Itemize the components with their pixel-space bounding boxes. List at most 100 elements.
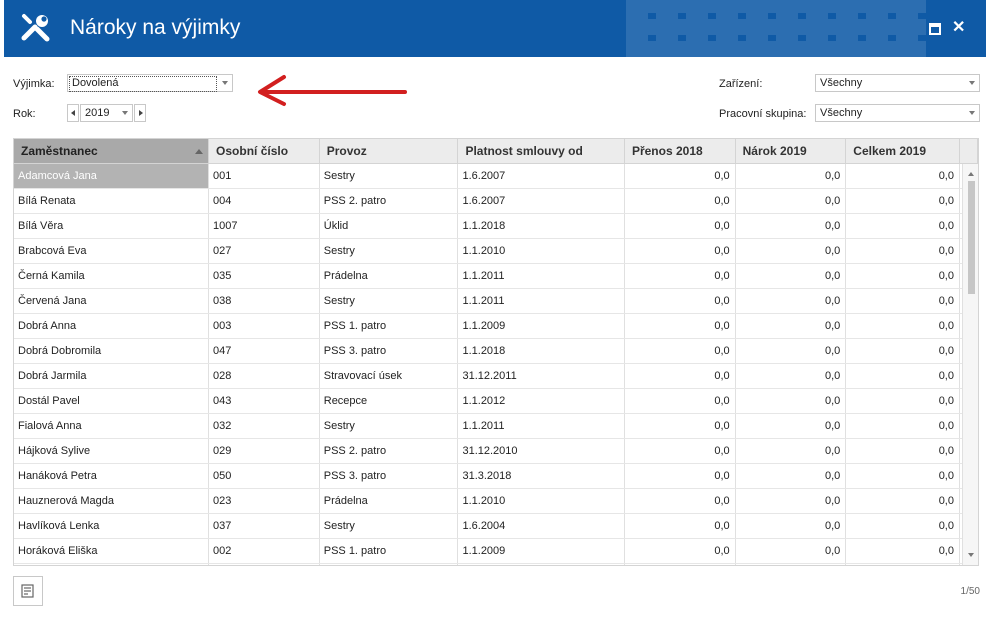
table-cell: Dostál Pavel: [14, 388, 210, 414]
table-cell: 31.3.2018: [457, 463, 625, 489]
table-cell: Horáková Eliška: [14, 538, 210, 564]
column-header-entitlement[interactable]: Nárok 2019: [735, 139, 847, 164]
table-row[interactable]: Černá Kamila 035 Prádelna 1.1.2011 0,0 0,0 0,0: [14, 263, 978, 289]
table-row[interactable]: Bílá Věra 1007 Úklid 1.1.2018 0,0 0,0 0,0: [14, 213, 978, 239]
pager-text: 1/50: [960, 586, 980, 597]
column-header-total[interactable]: Celkem 2019: [845, 139, 960, 164]
table-row[interactable]: Hauznerová Magda 023 Prádelna 1.1.2010 0,0 0,…: [14, 488, 978, 514]
table-cell: Hanáková Petra: [14, 463, 210, 489]
workgroup-select[interactable]: Všechny: [815, 104, 980, 122]
table-cell: 0,0: [845, 363, 960, 389]
document-list-icon: [21, 584, 34, 598]
table-cell: Dobrá Anna: [14, 313, 210, 339]
table-cell: 0,0: [735, 213, 847, 239]
table-cell: PSS 3. patro: [319, 338, 459, 364]
chevron-down-icon: [122, 111, 128, 115]
table-row[interactable]: Hanáková Petra 050 PSS 3. patro 31.3.2018 0,…: [14, 463, 978, 489]
year-value: 2019: [85, 107, 110, 119]
table-cell: Dobrá Jarmila: [14, 363, 210, 389]
table-cell: [457, 563, 625, 565]
table-cell: 0,0: [845, 313, 960, 339]
exception-select[interactable]: Dovolená: [67, 74, 233, 92]
red-arrow-annotation: [258, 75, 407, 106]
table-row[interactable]: Dostál Pavel 043 Recepce 1.1.2012 0,0 0,0 0,0: [14, 388, 978, 414]
table-row[interactable]: Brabcová Eva 027 Sestry 1.1.2010 0,0 0,0 0,0: [14, 238, 978, 264]
table-cell: 0,0: [735, 363, 847, 389]
table-cell: 0,0: [624, 338, 736, 364]
table-row[interactable]: Hájková Sylive 029 PSS 2. patro 31.12.2010 0…: [14, 438, 978, 464]
year-prev-button[interactable]: [67, 104, 79, 122]
table-cell: 0,0: [735, 263, 847, 289]
header-row: Zaměstnanec Osobní číslo Provoz Platnost…: [14, 139, 978, 164]
table-row[interactable]: Havlíková Lenka 037 Sestry 1.6.2004 0,0 0,0 0,…: [14, 513, 978, 539]
grid-body: Adamcová Jana 001 Sestry 1.6.2007 0,0 0,0 0,0 B…: [14, 163, 978, 565]
table-cell: 0,0: [624, 463, 736, 489]
year-next-button[interactable]: [134, 104, 146, 122]
table-cell: 0,0: [624, 488, 736, 514]
column-header-employee[interactable]: Zaměstnanec: [14, 139, 210, 164]
table-row[interactable]: Bílá Renata 004 PSS 2. patro 1.6.2007 0,0 0,0…: [14, 188, 978, 214]
table-cell: 0,0: [624, 313, 736, 339]
table-cell: 002: [208, 538, 320, 564]
table-cell: Stravovací úsek: [319, 363, 459, 389]
chevron-down-icon: [969, 81, 975, 85]
table-cell: Adamcová Jana: [14, 163, 210, 189]
workgroup-value: Všechny: [820, 107, 863, 119]
table-row[interactable]: Dobrá Dobromila 047 PSS 3. patro 1.1.2018 0,…: [14, 338, 978, 364]
column-header-department[interactable]: Provoz: [319, 139, 459, 164]
table-row[interactable]: Fialová Anna 032 Sestry 1.1.2011 0,0 0,0 0,0: [14, 413, 978, 439]
vertical-scrollbar[interactable]: [962, 164, 978, 565]
column-header-contract-valid-from[interactable]: Platnost smlouvy od: [457, 139, 625, 164]
export-button[interactable]: [13, 576, 43, 606]
table-cell: 0,0: [845, 288, 960, 314]
table-cell: Sestry: [319, 163, 459, 189]
table-cell: 0,0: [735, 238, 847, 264]
table-cell: 0,0: [845, 263, 960, 289]
table-cell: 0,0: [845, 388, 960, 414]
table-cell: Recepce: [319, 388, 459, 414]
wrench-screwdriver-icon: [21, 14, 50, 42]
table-cell: 0,0: [735, 413, 847, 439]
table-cell: Havlíková Lenka: [14, 513, 210, 539]
exception-value: Dovolená: [72, 77, 119, 89]
table-row[interactable]: Horáková Eliška 002 PSS 1. patro 1.1.2009 0,…: [14, 538, 978, 564]
table-cell: 1.1.2009: [457, 313, 625, 339]
employees-grid: Zaměstnanec Osobní číslo Provoz Platnost…: [13, 138, 979, 566]
table-cell: 038: [208, 288, 320, 314]
table-row[interactable]: Červená Jana 038 Sestry 1.1.2011 0,0 0,0 0,0: [14, 288, 978, 314]
facility-select[interactable]: Všechny: [815, 74, 980, 92]
table-cell: 1.1.2011: [457, 263, 625, 289]
table-row[interactable]: Dobrá Anna 003 PSS 1. patro 1.1.2009 0,0 0,0 0…: [14, 313, 978, 339]
table-row[interactable]: Dobrá Jarmila 028 Stravovací úsek 31.12.201…: [14, 363, 978, 389]
table-cell: Fialová Anna: [14, 413, 210, 439]
table-cell: 1.1.2012: [457, 388, 625, 414]
table-cell: 0,0: [735, 513, 847, 539]
scroll-thumb[interactable]: [968, 181, 975, 294]
table-cell: 035: [208, 263, 320, 289]
table-cell: 1.1.2011: [457, 288, 625, 314]
table-cell: 027: [208, 238, 320, 264]
maximize-icon[interactable]: [928, 22, 942, 36]
table-cell: 0,0: [845, 463, 960, 489]
scroll-down-icon[interactable]: [968, 553, 974, 557]
table-cell: 31.12.2011: [457, 363, 625, 389]
table-row[interactable]: [14, 563, 978, 565]
table-cell: 0,0: [624, 538, 736, 564]
table-cell: 0,0: [735, 338, 847, 364]
table-cell: [624, 563, 736, 565]
chevron-down-icon: [969, 111, 975, 115]
year-label: Rok:: [13, 108, 36, 120]
year-select[interactable]: 2019: [80, 104, 133, 122]
table-cell: Bílá Věra: [14, 213, 210, 239]
table-cell: Brabcová Eva: [14, 238, 210, 264]
scroll-up-icon[interactable]: [968, 172, 974, 176]
table-cell: 1007: [208, 213, 320, 239]
table-row[interactable]: Adamcová Jana 001 Sestry 1.6.2007 0,0 0,0 0,0: [14, 163, 978, 189]
table-cell: Bílá Renata: [14, 188, 210, 214]
table-cell: 023: [208, 488, 320, 514]
table-cell: 1.6.2007: [457, 163, 625, 189]
column-header-transfer[interactable]: Přenos 2018: [624, 139, 736, 164]
column-header-personal-number[interactable]: Osobní číslo: [208, 139, 320, 164]
table-cell: 0,0: [624, 213, 736, 239]
close-icon[interactable]: ✕: [952, 20, 968, 36]
